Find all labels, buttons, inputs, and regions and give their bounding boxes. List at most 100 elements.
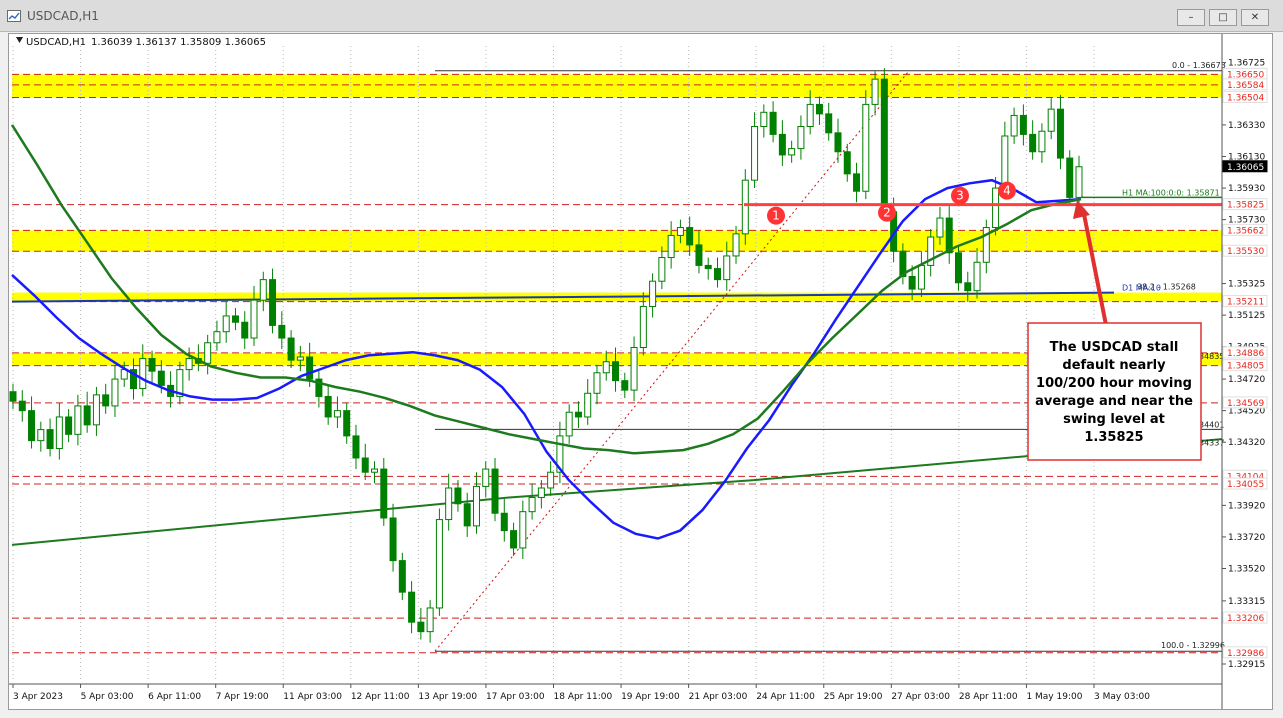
candle-body	[510, 530, 518, 549]
chart-symbol-label: USDCAD,H1	[26, 37, 86, 48]
candle-body	[593, 372, 601, 394]
candle-body	[1066, 157, 1074, 198]
candle-body	[908, 275, 916, 290]
candle-body	[1056, 108, 1064, 159]
indicator-line-label: D1 MA:10	[1122, 284, 1161, 293]
candle-body	[241, 321, 249, 339]
candle-body	[732, 233, 740, 257]
restore-button[interactable]: □	[1209, 9, 1237, 26]
window-titlebar: USDCAD,H1 – □ ✕	[0, 0, 1283, 32]
price-badge-label: 1.36584	[1227, 81, 1264, 91]
y-tick-label: 1.35930	[1228, 184, 1265, 194]
x-tick-label: 28 Apr 11:00	[959, 692, 1018, 702]
candle-body	[37, 429, 45, 442]
price-chart[interactable]: 0.0 - 1.3667338.2 - 1.35268100.0 - 1.329…	[9, 34, 1272, 709]
window-title: USDCAD,H1	[27, 9, 99, 23]
candle-body	[649, 280, 657, 307]
price-badge-label: 1.34886	[1227, 349, 1264, 359]
swing-touch-number: 1	[772, 209, 780, 223]
swing-touch-number: 2	[883, 206, 891, 220]
annotation-text-line: 1.35825	[1084, 430, 1143, 445]
candle-body	[454, 487, 462, 505]
annotation-text-line: average and near the	[1035, 394, 1193, 409]
candle-body	[547, 471, 555, 489]
candle-body	[815, 103, 823, 115]
candle-body	[723, 255, 731, 281]
candle-body	[751, 126, 759, 181]
candle-body	[1019, 114, 1027, 135]
price-badge-label: 1.34805	[1227, 362, 1264, 372]
x-tick-label: 12 Apr 11:00	[351, 692, 410, 702]
candle-body	[704, 264, 712, 270]
candle-body	[333, 410, 341, 418]
x-tick-label: 21 Apr 03:00	[689, 692, 748, 702]
candle-body	[602, 361, 610, 374]
candle-body	[65, 416, 73, 435]
y-tick-label: 1.33520	[1228, 565, 1265, 575]
candle-body	[954, 252, 962, 284]
candle-body	[324, 395, 332, 418]
price-badge-label: 1.35825	[1227, 201, 1264, 211]
candle-body	[500, 512, 508, 532]
annotation-text-line: default nearly	[1062, 358, 1166, 373]
price-badge-label: 1.35530	[1227, 247, 1264, 257]
candle-body	[639, 305, 647, 349]
candle-body	[435, 519, 443, 609]
candle-body	[880, 78, 888, 213]
candle-body	[92, 394, 100, 426]
y-tick-label: 1.34320	[1228, 438, 1265, 448]
indicator-line-label: H1 MA:100:0:0: 1.35871	[1122, 188, 1220, 197]
chart-window[interactable]: 0.0 - 1.36673 38.2 - 1.35268 100.0 - 1.329…	[8, 33, 1273, 710]
candle-body	[28, 410, 36, 442]
candle-body	[621, 380, 629, 391]
minimize-button[interactable]: –	[1177, 9, 1205, 26]
candle-body	[713, 268, 721, 281]
candle-body	[1075, 166, 1083, 198]
y-tick-label: 1.33315	[1228, 597, 1265, 607]
candle-body	[1047, 108, 1055, 132]
price-badge-label: 1.36504	[1227, 93, 1264, 103]
candle-body	[472, 485, 480, 527]
candle-body	[83, 405, 91, 426]
x-tick-label: 19 Apr 19:00	[621, 692, 680, 702]
candle-body	[9, 391, 17, 402]
x-tick-label: 11 Apr 03:00	[283, 692, 342, 702]
candle-body	[760, 111, 768, 128]
candle-body	[371, 468, 379, 473]
candle-body	[111, 378, 119, 407]
y-tick-label: 1.35325	[1228, 280, 1265, 290]
y-tick-label: 1.36330	[1228, 121, 1265, 131]
candle-body	[102, 394, 110, 407]
x-tick-label: 7 Apr 19:00	[216, 692, 269, 702]
close-button[interactable]: ✕	[1241, 9, 1269, 26]
candle-body	[565, 411, 573, 437]
candle-body	[306, 356, 314, 380]
indicator-line-label: 34401	[1199, 420, 1224, 429]
y-tick-label: 1.36725	[1228, 59, 1265, 69]
candle-body	[936, 217, 944, 238]
candle-body	[463, 503, 471, 527]
candle-body	[139, 358, 147, 390]
price-badge-label: 1.34055	[1227, 480, 1264, 490]
y-tick-label: 1.33920	[1228, 501, 1265, 511]
support-resistance-zone	[12, 74, 1222, 98]
x-tick-label: 13 Apr 19:00	[418, 692, 477, 702]
y-tick-label: 1.33720	[1228, 533, 1265, 543]
candle-body	[408, 591, 416, 623]
candle-body	[834, 132, 842, 153]
candle-body	[741, 179, 749, 235]
candle-body	[1038, 130, 1046, 153]
candle-body	[843, 151, 851, 175]
annotation-text-line: swing level at	[1063, 412, 1165, 427]
price-badge-label: 1.35211	[1227, 298, 1264, 308]
candle-body	[769, 111, 777, 135]
candle-body	[1001, 135, 1009, 189]
y-tick-label: 1.35125	[1228, 311, 1265, 321]
candle-body	[612, 361, 620, 382]
chart-window-icon	[7, 10, 21, 22]
candle-body	[519, 511, 527, 549]
price-badge-label: 1.34569	[1227, 399, 1264, 409]
candle-body	[574, 411, 582, 418]
fibonacci-level-label: 100.0 - 1.32996	[1161, 641, 1225, 650]
candle-body	[528, 496, 536, 513]
